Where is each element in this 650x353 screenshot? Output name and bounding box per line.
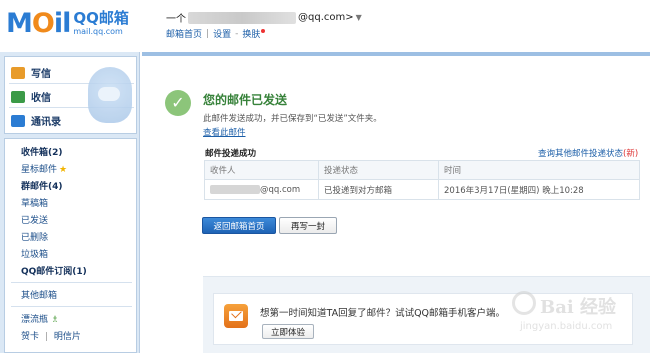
bottle-icon: ♗ [51, 315, 60, 325]
greeting-card-link[interactable]: 贺卡 [21, 332, 39, 342]
query-delivery-link[interactable]: 查询其他邮件投递状态(新) [538, 147, 638, 159]
cards-row: 贺卡 | 明信片 [21, 332, 81, 342]
sidebar: 写信 收信 通讯录 收件箱(2) 星标邮件 ★ 群邮件(4) 草稿箱 已发送 已删… [0, 52, 140, 353]
qq-mail-logo[interactable]: MOil QQ邮箱 mail.qq.com [6, 9, 129, 41]
top-links: 邮箱首页 | 设置 - 换肤 [166, 27, 266, 40]
page-title: 您的邮件已发送 [203, 93, 288, 107]
mail-home-link[interactable]: 邮箱首页 [166, 27, 202, 40]
logo-url: mail.qq.com [73, 27, 123, 36]
postcard-link[interactable]: 明信片 [54, 332, 81, 342]
sidebar-actions: 写信 收信 通讯录 [4, 56, 137, 134]
recipient-cell: @qq.com [204, 179, 319, 200]
back-to-home-button[interactable]: 返回邮箱首页 [202, 217, 276, 234]
folder-subscriptions[interactable]: QQ邮件订阅(1) [21, 264, 87, 277]
user-account[interactable]: 一个 @qq.com> ▼ [166, 10, 362, 25]
notification-dot-icon [261, 28, 266, 33]
success-check-icon: ✓ [165, 90, 191, 116]
folder-list: 收件箱(2) 星标邮件 ★ 群邮件(4) 草稿箱 已发送 已删除 垃圾箱 QQ邮件… [4, 138, 137, 353]
pencil-icon [11, 66, 25, 79]
baidu-watermark: Bai 经验 jingyan.baidu.com [500, 285, 648, 345]
column-status: 投递状态 [318, 160, 439, 180]
envelope-icon [224, 304, 248, 328]
sent-description: 此邮件发送成功，并已保存到“已发送”文件夹。 [203, 114, 382, 124]
status-cell: 已投递到对方邮箱 [318, 179, 439, 200]
view-mail-link[interactable]: 查看此邮件 [203, 126, 246, 138]
qq-penguin-icon [88, 67, 132, 123]
folder-deleted[interactable]: 已删除 [21, 230, 48, 243]
inbox-download-icon [11, 90, 25, 103]
folder-spam[interactable]: 垃圾箱 [21, 247, 48, 260]
other-mailboxes[interactable]: 其他邮箱 [21, 288, 57, 301]
time-cell: 2016年3月17日(星期四) 晚上10:28 [438, 179, 640, 200]
folder-starred[interactable]: 星标邮件 ★ [21, 162, 67, 175]
paw-logo-icon [512, 291, 536, 315]
logo-qq-text: QQ邮箱 [73, 9, 129, 27]
folder-drafts[interactable]: 草稿箱 [21, 196, 48, 209]
redacted-username [188, 11, 296, 24]
logo-mail-wordmark: MOil [6, 8, 71, 39]
star-icon: ★ [59, 165, 68, 175]
settings-link[interactable]: 设置 [213, 27, 231, 40]
skin-link[interactable]: 换肤 [242, 27, 260, 40]
chevron-down-icon[interactable]: ▼ [356, 13, 362, 22]
promo-text: 想第一时间知道TA回复了邮件？试试QQ邮箱手机客户端。 [260, 308, 506, 319]
folder-group-mail[interactable]: 群邮件(4) [21, 179, 63, 192]
write-again-button[interactable]: 再写一封 [279, 217, 337, 234]
top-bar: MOil QQ邮箱 mail.qq.com 一个 @qq.com> ▼ 邮箱首页… [0, 0, 650, 52]
redacted-recipient [210, 184, 260, 194]
table-row: @qq.com 已投递到对方邮箱 2016年3月17日(星期四) 晚上10:28 [204, 179, 640, 200]
contacts-button[interactable]: 通讯录 [11, 113, 61, 128]
drift-bottle[interactable]: 漂流瓶 ♗ [21, 312, 59, 325]
try-now-button[interactable]: 立即体验 [262, 324, 314, 339]
delivery-table: 收件人 投递状态 时间 @qq.com 已投递到对方邮箱 2016年3月17日(… [204, 160, 640, 200]
contacts-icon [11, 114, 25, 127]
folder-inbox[interactable]: 收件箱(2) [21, 145, 63, 158]
folder-sent[interactable]: 已发送 [21, 213, 48, 226]
column-time: 时间 [438, 160, 640, 180]
column-recipient: 收件人 [204, 160, 319, 180]
compose-button[interactable]: 写信 [11, 65, 51, 80]
receive-button[interactable]: 收信 [11, 89, 51, 104]
delivery-status-title: 邮件投递成功 [205, 149, 257, 159]
